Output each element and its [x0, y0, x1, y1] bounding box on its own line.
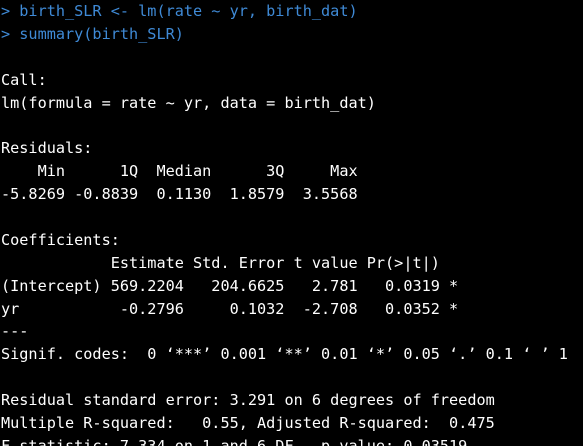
r-squared-line: Multiple R-squared: 0.55, Adjusted R-squ…	[1, 414, 504, 433]
residuals-labels: Min 1Q Median 3Q Max	[1, 162, 367, 181]
command-line-summary: > summary(birth_SLR)	[1, 24, 184, 43]
call-formula: lm(formula = rate ~ yr, data = birth_dat…	[1, 93, 376, 112]
command-line-lm: > birth_SLR <- lm(rate ~ yr, birth_dat)	[1, 2, 358, 20]
r-console-output[interactable]: > birth_SLR <- lm(rate ~ yr, birth_dat) …	[0, 0, 583, 446]
separator-line: ---	[1, 322, 29, 341]
coefficients-table-header: Estimate Std. Error t value Pr(>|t|)	[1, 253, 459, 272]
coefficient-row-intercept: (Intercept) 569.2204 204.6625 2.781 0.03…	[1, 276, 459, 295]
coefficients-header: Coefficients:	[1, 230, 120, 249]
signif-codes: Signif. codes: 0 ‘***’ 0.001 ‘**’ 0.01 ‘…	[1, 345, 568, 364]
f-statistic-line: F-statistic: 7.334 on 1 and 6 DF, p-valu…	[1, 436, 468, 446]
residuals-header: Residuals:	[1, 139, 93, 158]
residual-standard-error: Residual standard error: 3.291 on 6 degr…	[1, 391, 495, 410]
residuals-values: -5.8269 -0.8839 0.1130 1.8579 3.5568	[1, 185, 367, 204]
coefficient-row-yr: yr -0.2796 0.1032 -2.708 0.0352 *	[1, 299, 459, 318]
call-header: Call:	[1, 70, 47, 89]
